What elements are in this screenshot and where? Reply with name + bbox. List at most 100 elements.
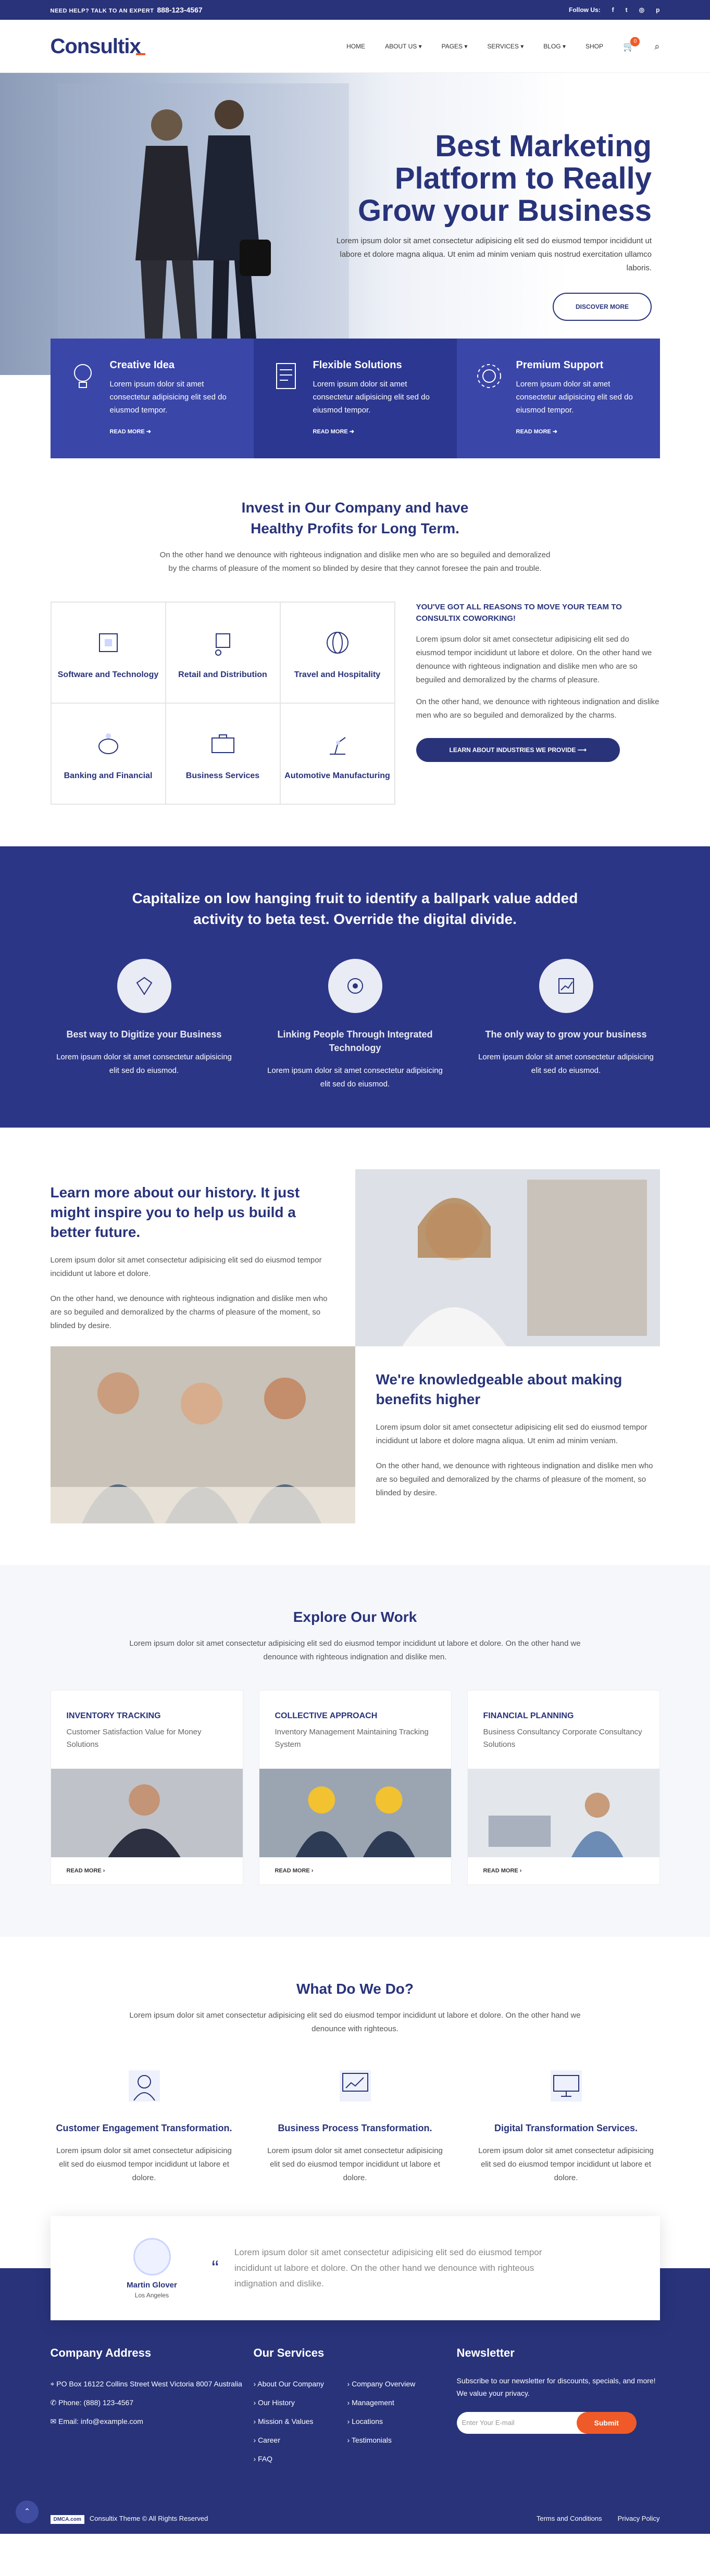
mail-icon: ✉ <box>50 2417 59 2425</box>
feature-flexible-solutions: Flexible Solutions Lorem ipsum dolor sit … <box>253 339 457 458</box>
engineers-image <box>259 1769 451 1857</box>
footer-link[interactable]: › Career <box>254 2431 347 2449</box>
learn-industries-button[interactable]: LEARN ABOUT INDUSTRIES WE PROVIDE ⟶ <box>416 738 620 762</box>
footer-link[interactable]: › Mission & Values <box>254 2412 347 2431</box>
phone-item[interactable]: ✆ Phone: (888) 123-4567 <box>51 2393 254 2412</box>
read-more-link[interactable]: READ MORE › <box>259 1857 451 1884</box>
benefits-title: We're knowledgeable about making benefit… <box>376 1371 622 1407</box>
feature-title: Premium Support <box>516 359 604 371</box>
benefits-text: We're knowledgeable about making benefit… <box>376 1370 660 1500</box>
copyright: Consultix Theme © All Rights Reserved <box>89 2514 208 2522</box>
robot-arm-icon <box>329 737 346 755</box>
industry-software[interactable]: Software and Technology <box>51 602 166 703</box>
nav-pages[interactable]: PAGES ▾ <box>442 43 468 50</box>
industry-travel[interactable]: Travel and Hospitality <box>280 602 395 703</box>
nav-shop[interactable]: SHOP <box>586 43 603 50</box>
service-customer-engagement: Customer Engagement Transformation. Lorem… <box>51 2065 238 2185</box>
email-item[interactable]: ✉ Email: info@example.com <box>51 2412 254 2431</box>
newsletter-email-input[interactable]: Enter Your E-mail <box>456 2412 587 2434</box>
trolley-icon <box>215 633 230 656</box>
hero-text: Best Marketing Platform to Really Grow you… <box>329 130 652 321</box>
feature-creative-idea: Creative Idea Lorem ipsum dolor sit amet … <box>50 339 254 458</box>
nav-blog[interactable]: BLOG ▾ <box>543 43 566 50</box>
diamond-icon <box>117 959 171 1013</box>
chip-icon <box>98 633 118 652</box>
feature-boxes: Creative Idea Lorem ipsum dolor sit amet … <box>50 339 660 458</box>
instagram-icon[interactable]: ◎ <box>639 6 644 14</box>
industry-automotive[interactable]: Automotive Manufacturing <box>280 703 395 804</box>
nav-home[interactable]: HOME <box>346 43 365 50</box>
twitter-icon[interactable]: t <box>626 6 628 14</box>
pinterest-icon[interactable]: p <box>656 6 659 14</box>
read-more-link[interactable]: READ MORE › <box>468 1857 659 1884</box>
nav-services[interactable]: SERVICES ▾ <box>487 43 524 50</box>
testimonial-text: Lorem ipsum dolor sit amet consectetur a… <box>234 2247 542 2289</box>
capitalize-band: Capitalize on low hanging fruit to ident… <box>0 846 710 1128</box>
read-more-link[interactable]: READ MORE ➜ <box>313 428 441 435</box>
side-text-2: On the other hand, we denounce with righ… <box>416 697 659 720</box>
service-digital-transformation: Digital Transformation Services. Lorem ip… <box>472 2065 660 2185</box>
work-card[interactable]: COLLECTIVE APPROACH Inventory Management … <box>258 1690 452 1885</box>
office-worker-image <box>467 1769 659 1857</box>
discover-more-button[interactable]: DISCOVER MORE <box>552 293 652 321</box>
industry-retail[interactable]: Retail and Distribution <box>165 602 280 703</box>
terms-link[interactable]: Terms and Conditions <box>537 2515 602 2522</box>
invest-side: YOU'VE GOT ALL REASONS TO MOVE YOUR TEAM… <box>416 602 660 805</box>
hero-section: Best Marketing Platform to Really Grow you… <box>0 73 710 375</box>
feature-premium-support: Premium Support Lorem ipsum dolor sit ame… <box>456 339 660 458</box>
footer-link[interactable]: › Testimonials <box>347 2431 441 2449</box>
dmca-badge[interactable]: DMCA.com <box>50 2515 84 2524</box>
woman-laptop-image <box>355 1169 660 1346</box>
work-card[interactable]: FINANCIAL PLANNING Business Consultancy C… <box>467 1690 660 1885</box>
industry-business[interactable]: Business Services <box>165 703 280 804</box>
social-links: Follow Us: f t ◎ p <box>569 6 660 14</box>
invest-section: Invest in Our Company and have Healthy Pr… <box>0 458 710 846</box>
privacy-link[interactable]: Privacy Policy <box>618 2515 660 2522</box>
help-line: NEED HELP? TALK TO AN EXPERT 888-123-4567 <box>50 6 203 14</box>
lightbulb-icon <box>73 364 92 388</box>
footer-link[interactable]: › Locations <box>347 2412 441 2431</box>
piggy-bank-icon <box>98 733 118 754</box>
footer-link[interactable]: › Management <box>347 2393 441 2412</box>
read-more-link[interactable]: READ MORE › <box>51 1857 243 1884</box>
submit-button[interactable]: Submit <box>576 2412 637 2434</box>
history-title: Learn more about our history. It just mi… <box>50 1184 300 1240</box>
band-col-linking: Linking People Through Integrated Techno… <box>261 959 449 1091</box>
hero-description: Lorem ipsum dolor sit amet consectetur a… <box>336 236 652 272</box>
header: Consultix HOME ABOUT US ▾ PAGES ▾ SERVIC… <box>0 20 710 73</box>
feature-text: Lorem ipsum dolor sit amet consectetur a… <box>109 380 227 415</box>
presentation-icon <box>339 2070 371 2102</box>
side-title: YOU'VE GOT ALL REASONS TO MOVE YOUR TEAM… <box>416 603 622 623</box>
what-we-do-subtitle: Lorem ipsum dolor sit amet consectetur a… <box>129 2011 581 2033</box>
scroll-up-icon[interactable]: ⌃ <box>16 2500 39 2523</box>
logo[interactable]: Consultix <box>51 35 145 58</box>
growth-chart-icon <box>539 959 593 1013</box>
avatar <box>133 2237 171 2275</box>
footer-newsletter: Newsletter Subscribe to our newsletter f… <box>456 2346 660 2468</box>
search-icon[interactable]: ⌕ <box>654 41 659 52</box>
cart-icon[interactable]: 🛒 0 <box>623 36 640 52</box>
phone-link[interactable]: 888-123-4567 <box>157 6 202 14</box>
feature-text: Lorem ipsum dolor sit amet consectetur a… <box>516 380 633 415</box>
read-more-link[interactable]: READ MORE ➜ <box>110 428 238 435</box>
footer-services: Our Services › About Our Company › Compa… <box>254 2346 457 2468</box>
feature-title: Flexible Solutions <box>313 359 402 371</box>
customer-icon <box>128 2070 160 2102</box>
history-text: Learn more about our history. It just mi… <box>51 1183 334 1333</box>
feature-text: Lorem ipsum dolor sit amet consectetur a… <box>313 380 430 415</box>
industries-grid: Software and Technology Retail and Distr… <box>50 602 395 805</box>
footer-link[interactable]: › About Our Company <box>254 2374 347 2393</box>
work-card[interactable]: INVENTORY TRACKING Customer Satisfaction … <box>50 1690 243 1885</box>
top-bar: NEED HELP? TALK TO AN EXPERT 888-123-4567… <box>0 0 710 20</box>
nav-about[interactable]: ABOUT US ▾ <box>385 43 421 50</box>
document-icon <box>276 363 296 389</box>
footer-link[interactable]: › FAQ <box>254 2449 347 2468</box>
read-more-link[interactable]: READ MORE ➜ <box>516 428 644 435</box>
facebook-icon[interactable]: f <box>612 6 614 14</box>
testimonial: Martin Glover Los Angeles “ Lorem ipsum … <box>50 2216 660 2320</box>
footer-bar: DMCA.com Consultix Theme © All Rights Res… <box>0 2503 710 2534</box>
industry-banking[interactable]: Banking and Financial <box>51 703 166 804</box>
footer-link[interactable]: › Our History <box>254 2393 347 2412</box>
hero-people-image <box>57 83 349 375</box>
footer-link[interactable]: › Company Overview <box>347 2374 441 2393</box>
